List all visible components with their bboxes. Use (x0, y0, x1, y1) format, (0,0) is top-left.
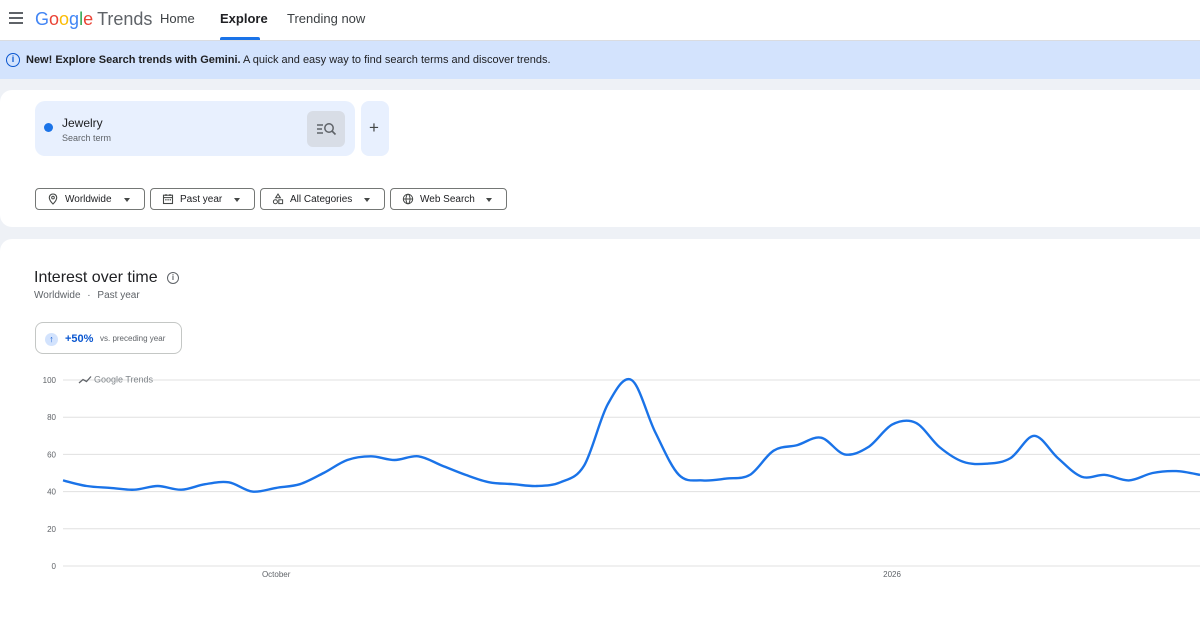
logo-letter: o (49, 9, 60, 29)
info-icon[interactable]: i (167, 272, 179, 284)
add-comparison-button[interactable]: + (361, 101, 389, 156)
banner-message: New! Explore Search trends with Gemini. … (26, 54, 551, 66)
logo-trends-text: Trends (97, 9, 153, 29)
search-term-chip[interactable]: Jewelry Search term (35, 101, 355, 156)
gemini-announcement-banner: i New! Explore Search trends with Gemini… (0, 41, 1200, 79)
filter-search-type-label: Web Search (420, 194, 475, 205)
calendar-icon (162, 194, 174, 205)
chart-subtitle: Worldwide · Past year (34, 290, 140, 301)
logo-letter: e (83, 9, 94, 29)
filter-location[interactable]: Worldwide (35, 188, 145, 210)
filter-search-type[interactable]: Web Search (390, 188, 507, 210)
plus-icon: + (369, 118, 379, 137)
filter-category[interactable]: All Categories (260, 188, 385, 210)
categories-icon (272, 193, 284, 205)
globe-icon (402, 193, 414, 205)
list-search-icon (317, 123, 337, 136)
chart-period: Past year (97, 290, 140, 301)
filter-time-label: Past year (180, 194, 223, 205)
tab-home[interactable]: Home (160, 11, 195, 26)
search-terms-card: Jewelry Search term + Worldwide Past yea… (0, 90, 1200, 227)
logo-letter: G (35, 9, 50, 29)
change-value: +50% (65, 333, 94, 345)
chevron-down-icon (234, 198, 240, 202)
menu-icon[interactable] (9, 12, 23, 24)
chevron-down-icon (364, 198, 370, 202)
term-search-button[interactable] (307, 111, 345, 147)
tab-explore[interactable]: Explore (220, 11, 268, 26)
active-tab-indicator (220, 37, 260, 40)
search-term-name: Jewelry (62, 116, 103, 130)
info-icon: i (6, 53, 20, 67)
filter-location-label: Worldwide (65, 194, 112, 205)
chevron-down-icon (486, 198, 492, 202)
banner-bold-text: New! Explore Search trends with Gemini. (26, 54, 241, 66)
banner-body-text: A quick and easy way to find search term… (240, 54, 551, 66)
tab-trending-now[interactable]: Trending now (287, 11, 365, 26)
arrow-up-icon: ↑ (45, 333, 58, 346)
logo-letter: o (59, 9, 70, 29)
chevron-down-icon (124, 198, 130, 202)
chart-separator: · (87, 290, 91, 301)
chart-title: Interest over time (34, 269, 158, 286)
filter-category-label: All Categories (290, 194, 353, 205)
yoy-change-chip[interactable]: ↑ +50% vs. preceding year (35, 322, 182, 354)
location-pin-icon (48, 193, 58, 205)
term-color-dot (44, 123, 53, 132)
filter-time-range[interactable]: Past year (150, 188, 255, 210)
change-label: vs. preceding year (100, 334, 166, 343)
interest-over-time-card: Interest over time i Worldwide · Past ye… (0, 239, 1200, 619)
logo-letter: g (69, 9, 80, 29)
top-app-bar: Google Trends Home Explore Trending now (0, 0, 1200, 41)
google-trends-logo[interactable]: Google Trends (35, 9, 152, 30)
search-term-type: Search term (62, 133, 112, 143)
chart-geo: Worldwide (34, 290, 81, 301)
